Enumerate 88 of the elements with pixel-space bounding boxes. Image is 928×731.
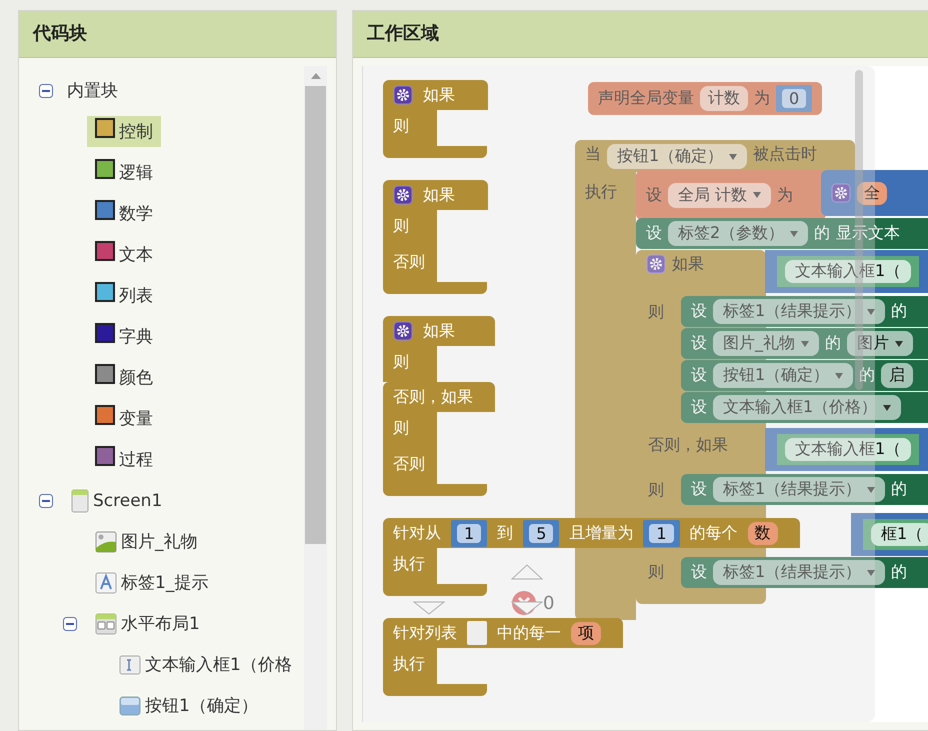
block-label: 声明全局变量: [598, 88, 694, 109]
block-label: 设: [691, 365, 707, 386]
block-label: 否则，如果: [393, 386, 473, 408]
block-label: 则: [393, 216, 409, 235]
tree-item[interactable]: 控制: [87, 116, 161, 147]
block-label: 设: [646, 184, 662, 206]
block-label: 显示文本: [836, 223, 900, 244]
block-label: 执行: [585, 182, 617, 203]
block-label: 执行: [393, 554, 425, 573]
trash-count: 0: [543, 593, 554, 614]
block-label: 如果: [423, 184, 455, 206]
logic-block[interactable]: 文本输入框1（: [765, 250, 928, 293]
block-label: 的: [891, 301, 908, 322]
tree-item[interactable]: Screen1: [63, 484, 170, 516]
block-label: 被点击时: [753, 144, 818, 165]
variable-field[interactable]: 项: [571, 622, 601, 644]
block-label: 否则: [393, 252, 425, 271]
component-block[interactable]: 文本输入框1（: [777, 256, 920, 287]
setter-block[interactable]: 设 标签1（结果提示） 的: [681, 296, 928, 327]
block-label: 中的每一: [497, 622, 561, 644]
control-block[interactable]: 针对列表 中的每一 项 执行: [383, 618, 623, 696]
block-label: 到: [497, 522, 514, 544]
event-block[interactable]: 当 按钮1（确定） 被点击时: [575, 140, 855, 172]
block-label: 为: [777, 184, 794, 206]
block-label: 设: [691, 479, 707, 500]
variable-field[interactable]: 数: [748, 522, 778, 544]
setter-block[interactable]: 设 全局 计数 为: [636, 170, 826, 220]
block-label: 的: [825, 333, 841, 354]
block-label: 则: [648, 562, 664, 583]
name-field[interactable]: 启: [881, 363, 914, 388]
block-label: 当: [585, 144, 601, 165]
block-label: 则: [393, 116, 409, 135]
block-label: 执行: [393, 654, 425, 673]
number-block[interactable]: 1: [451, 520, 488, 546]
block-label: 设: [691, 397, 707, 418]
number-block[interactable]: 5: [523, 520, 560, 546]
tree-item[interactable]: 逻辑: [87, 157, 161, 188]
tree-item[interactable]: 过程: [87, 444, 161, 475]
setter-block[interactable]: 设 标签2（参数） 的 显示文本: [636, 218, 928, 249]
block-label: 设: [691, 562, 707, 583]
panel-title: 工作区域: [353, 11, 928, 58]
block-label: 如果: [672, 254, 704, 275]
setter-block[interactable]: 设 图片_礼物 的 图片: [681, 328, 928, 359]
block-label: 设: [691, 301, 707, 322]
block-label: 的: [859, 365, 876, 386]
logic-block[interactable]: 框1（: [851, 513, 928, 556]
tree-item[interactable]: 文本输入框1（价格: [111, 649, 300, 680]
block-label: 针对从: [393, 522, 441, 544]
tree-item[interactable]: 文本: [87, 239, 161, 270]
setter-block[interactable]: 设 标签1（结果提示） 的: [681, 557, 928, 588]
block-label: 为: [754, 88, 770, 109]
tree-item[interactable]: 字典: [87, 321, 161, 352]
block-label: 的: [891, 562, 908, 583]
math-block[interactable]: 全: [821, 170, 928, 216]
block-label: 否则: [393, 454, 425, 473]
logic-block[interactable]: 文本输入框1（: [765, 428, 928, 471]
setter-block[interactable]: 设 按钮1（确定） 的 启: [681, 360, 928, 391]
tree-item[interactable]: 图片_礼物: [87, 526, 206, 557]
block-label: 否则，如果: [648, 435, 728, 456]
block-label: 则: [648, 480, 664, 501]
variable-field[interactable]: 全: [857, 182, 887, 204]
number-block[interactable]: 0: [776, 85, 812, 112]
component-block[interactable]: 框1（: [863, 519, 928, 550]
block-label: 如果: [423, 320, 455, 342]
block-label: 则: [393, 352, 409, 371]
tree-item[interactable]: 列表: [87, 280, 161, 311]
block-label: 如果: [423, 84, 455, 106]
tree-item[interactable]: 水平布局1: [87, 608, 208, 639]
tree-item[interactable]: 按钮1（确定）: [111, 690, 266, 721]
tree-item[interactable]: 内置块: [67, 79, 118, 102]
tree-item[interactable]: 标签1_提示: [87, 567, 216, 598]
tree-item[interactable]: 数学: [87, 198, 161, 229]
component-block[interactable]: 文本输入框1（: [777, 434, 920, 465]
variable-block[interactable]: 声明全局变量 计数 为 0: [588, 82, 822, 115]
block-label: 的每个: [690, 522, 738, 544]
block-label: 针对列表: [393, 622, 457, 644]
number-block[interactable]: 1: [643, 520, 680, 546]
setter-block[interactable]: 设 文本输入框1（价格）: [681, 392, 928, 423]
block-label: 的: [814, 223, 830, 244]
tree-item[interactable]: 变量: [87, 403, 161, 434]
panel-title: 代码块: [19, 11, 336, 58]
block-label: 设: [646, 223, 662, 244]
block-label: 的: [891, 479, 908, 500]
block-label: 则: [648, 302, 664, 323]
tree-item[interactable]: 颜色: [87, 362, 161, 393]
block-label: 设: [691, 333, 707, 354]
setter-block[interactable]: 设 标签1（结果提示） 的: [681, 474, 928, 505]
block-label: 则: [393, 418, 409, 437]
